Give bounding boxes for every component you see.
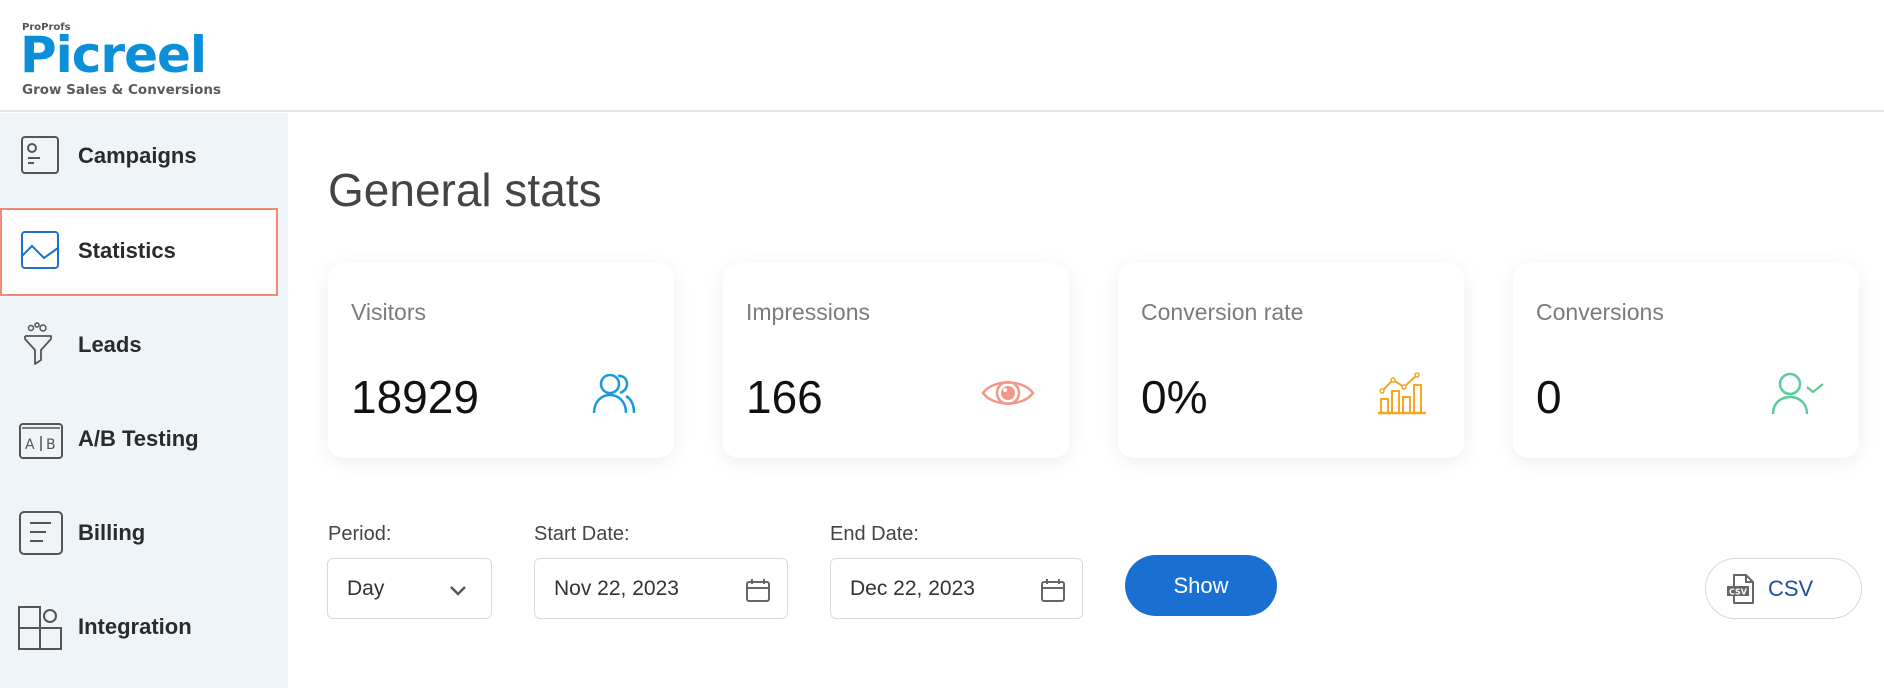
end-date-value: Dec 22, 2023 — [850, 577, 975, 600]
stat-card-conversion-rate: Conversion rate 0% — [1118, 263, 1464, 458]
sidebar-item-ab-testing[interactable]: A B A/B Testing — [0, 396, 288, 484]
campaign-card-icon — [21, 136, 59, 174]
logo-tagline: Grow Sales & Conversions — [22, 82, 221, 98]
page-title: General stats — [328, 164, 602, 216]
stat-value: 18929 — [351, 371, 479, 423]
chart-line-icon — [21, 231, 59, 269]
sidebar-item-label: Leads — [78, 332, 142, 357]
start-date-value: Nov 22, 2023 — [554, 577, 679, 600]
funnel-icon — [24, 322, 52, 365]
sidebar-item-leads[interactable]: Leads — [0, 302, 288, 390]
users-icon — [592, 373, 636, 414]
stat-value: 0% — [1141, 371, 1208, 423]
chevron-down-icon — [450, 586, 466, 596]
csv-label: CSV — [1768, 576, 1814, 601]
sidebar-item-label: Integration — [78, 614, 192, 639]
calendar-icon[interactable] — [1040, 577, 1066, 603]
stat-value: 166 — [746, 371, 823, 423]
ab-test-icon: A B — [19, 423, 63, 459]
stat-value: 0 — [1536, 371, 1562, 423]
sidebar: Campaigns Statistics Leads A B A/B Testi… — [0, 113, 288, 688]
sidebar-item-label: Statistics — [78, 238, 176, 263]
csv-export-button[interactable]: CSV CSV — [1705, 558, 1862, 619]
period-select[interactable]: Day — [327, 558, 492, 619]
csv-file-icon: CSV — [1727, 574, 1754, 604]
main-content: General stats Visitors 18929 Impressions… — [288, 113, 1884, 688]
sidebar-item-billing[interactable]: Billing — [0, 490, 288, 578]
stat-card-visitors: Visitors 18929 — [328, 263, 674, 458]
sidebar-item-campaigns[interactable]: Campaigns — [0, 113, 288, 201]
stat-card-impressions: Impressions 166 — [723, 263, 1069, 458]
svg-text:B: B — [46, 437, 56, 453]
svg-text:A: A — [25, 437, 35, 453]
stat-card-conversions: Conversions 0 — [1513, 263, 1859, 458]
show-button[interactable]: Show — [1125, 555, 1277, 616]
user-check-icon — [1771, 372, 1824, 415]
period-label: Period: — [328, 523, 392, 545]
period-value: Day — [347, 577, 385, 600]
stat-label: Visitors — [351, 299, 426, 325]
sidebar-item-label: Billing — [78, 520, 146, 545]
calendar-icon[interactable] — [745, 577, 771, 603]
stat-label: Impressions — [746, 299, 870, 325]
svg-text:CSV: CSV — [1729, 588, 1748, 597]
growth-chart-icon — [1378, 372, 1426, 415]
sidebar-item-label: A/B Testing — [78, 426, 199, 451]
end-date-input[interactable]: Dec 22, 2023 — [830, 558, 1083, 619]
sidebar-item-statistics[interactable]: Statistics — [0, 208, 278, 296]
logo-brand-name: Picreel — [20, 26, 207, 84]
document-lines-icon — [19, 511, 63, 555]
blocks-icon — [18, 606, 62, 650]
sidebar-item-label: Campaigns — [78, 143, 197, 168]
app-header: ProProfs Picreel Grow Sales & Conversion… — [0, 0, 1884, 112]
sidebar-item-integration[interactable]: Integration — [0, 584, 288, 672]
eye-icon — [981, 380, 1035, 406]
start-date-input[interactable]: Nov 22, 2023 — [534, 558, 788, 619]
start-date-label: Start Date: — [534, 523, 630, 545]
end-date-label: End Date: — [830, 523, 919, 545]
stat-label: Conversion rate — [1141, 299, 1304, 325]
stat-label: Conversions — [1536, 299, 1664, 325]
